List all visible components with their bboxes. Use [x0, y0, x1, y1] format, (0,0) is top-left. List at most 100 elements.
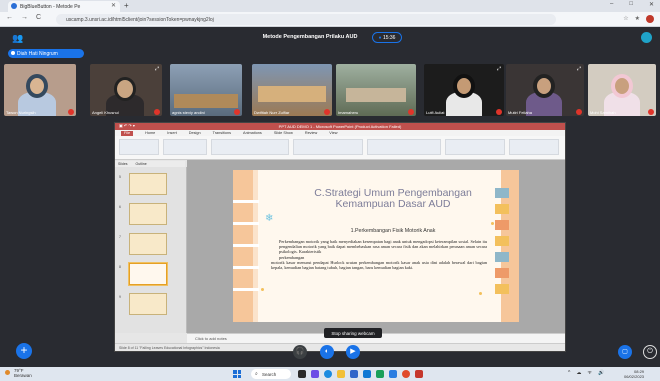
background-building	[174, 94, 238, 108]
tile-options-icon[interactable]: ⤢	[497, 66, 501, 72]
headphones-icon: 🎧	[295, 348, 305, 355]
search-label: Search	[262, 372, 277, 377]
slide-decor-line	[233, 288, 259, 291]
connection-status-icon[interactable]	[641, 32, 652, 43]
tile-options-icon[interactable]: ⤢	[155, 66, 159, 72]
screenshare-view[interactable]: ▣ ↶ ↷ ▾ PPT AUD DEMO 1 - Microsoft Power…	[114, 122, 566, 352]
webcam-tile[interactable]: ⤢ Mutiri Feliaha	[506, 64, 584, 116]
decor-dot	[261, 288, 264, 291]
chat-button[interactable]: ▢	[618, 345, 632, 359]
slide-thumbnail[interactable]	[129, 233, 167, 255]
new-tab-button[interactable]: +	[124, 1, 129, 10]
url-field[interactable]: uscamp.3.unsri.ac.id/html5client/join?se…	[56, 14, 556, 25]
slide-decor-swatch	[495, 188, 509, 198]
webcam-tile[interactable]: Imamaheru	[336, 64, 416, 116]
windows-start-icon[interactable]	[233, 370, 241, 378]
volume-icon[interactable]: 🔊	[598, 370, 604, 376]
tile-options-icon[interactable]: ⤢	[577, 66, 581, 72]
slide-body-text: Perkembangan motorik yang baik menyediak…	[271, 239, 487, 270]
slide-decor-swatch	[495, 252, 509, 262]
clipboard-group[interactable]	[119, 139, 159, 155]
webcam-tile[interactable]: ⤢ Angeli Khusnul	[90, 64, 162, 116]
webcam-tile[interactable]: ⤢ Lutfi Auliat	[424, 64, 504, 116]
mail-icon[interactable]	[389, 370, 397, 378]
file-explorer-icon[interactable]	[337, 370, 345, 378]
weather-cloud-icon	[5, 370, 10, 375]
webcam-tile[interactable]: Mohi Samihah	[588, 64, 656, 116]
recording-timer[interactable]: ● 15:36	[372, 32, 402, 43]
slide-decor-line	[233, 244, 259, 247]
background-building	[346, 88, 406, 102]
participant-name: Mutiri Feliaha	[508, 110, 533, 115]
person-head	[453, 74, 475, 98]
reload-icon[interactable]: C	[36, 14, 41, 21]
store-icon[interactable]	[363, 370, 371, 378]
font-group[interactable]	[211, 139, 289, 155]
muted-mic-icon	[408, 109, 414, 115]
participant-name: Angeli Khusnul	[92, 110, 119, 115]
minimize-button[interactable]: –	[610, 1, 613, 8]
person-head	[533, 74, 555, 98]
editing-group[interactable]	[509, 139, 559, 155]
profile-avatar-icon[interactable]	[646, 15, 654, 23]
word-icon[interactable]	[350, 370, 358, 378]
paragraph-group[interactable]	[293, 139, 363, 155]
timer-value: 15:36	[382, 35, 396, 41]
slide-thumbnail[interactable]	[129, 203, 167, 225]
muted-mic-icon	[496, 109, 502, 115]
arrange-group[interactable]	[445, 139, 505, 155]
wifi-icon[interactable]: ᯤ	[587, 370, 592, 376]
stop-sharing-tooltip: Stop sharing webcam	[324, 328, 382, 338]
webcam-tile[interactable]: agnis steviy andini	[170, 64, 242, 116]
thumb-number: 6	[119, 205, 121, 209]
slide-thumbnail[interactable]	[129, 173, 167, 195]
edge-icon[interactable]	[324, 370, 332, 378]
slide-thumbnail-selected[interactable]	[129, 263, 167, 285]
chrome-icon[interactable]	[402, 370, 410, 378]
close-window-button[interactable]: ✕	[649, 1, 654, 8]
quick-access-toolbar[interactable]: ▣ ↶ ↷ ▾	[119, 123, 135, 128]
task-view-icon[interactable]	[298, 370, 306, 378]
webcam-tile[interactable]: Dwifitah Nurr Zulfiar	[252, 64, 332, 116]
leave-options-button[interactable]: ⏻	[643, 345, 657, 359]
current-slide[interactable]: ❄ C.Strategi Umum Pengembangan Kemampuan…	[233, 170, 519, 322]
excel-icon[interactable]	[376, 370, 384, 378]
window-controls: – □ ✕	[610, 1, 654, 8]
slide-thumbnail[interactable]	[129, 293, 167, 315]
forward-icon[interactable]: →	[21, 14, 28, 21]
talking-indicator: Diah Hati Ningrum	[8, 49, 84, 58]
weather-widget[interactable]: 79°F Berawan	[5, 368, 32, 378]
slides-group[interactable]	[163, 139, 207, 155]
camera-icon: ▶	[350, 348, 356, 355]
teams-icon[interactable]	[311, 370, 319, 378]
webcam-tile[interactable]: Tawon Nuringsih	[4, 64, 76, 116]
ppt-ribbon	[115, 136, 565, 160]
actions-plus-button[interactable]: +	[16, 343, 32, 359]
extensions-icon[interactable]: ★	[635, 15, 640, 23]
thumb-number: 8	[119, 265, 121, 269]
drawing-group[interactable]	[367, 139, 441, 155]
muted-mic-icon	[648, 109, 654, 115]
windows-taskbar: 79°F Berawan ⌕ Search ^ ☁ ᯤ 🔊 08:29 06/0…	[0, 367, 660, 381]
taskbar-search[interactable]: ⌕ Search	[251, 369, 291, 379]
webcam-button[interactable]: ▶	[346, 345, 360, 359]
muted-mic-icon	[234, 109, 240, 115]
close-tab-icon[interactable]: ✕	[111, 2, 116, 9]
slide-title: C.Strategi Umum Pengembangan Kemampuan D…	[314, 187, 472, 210]
slide-decor-swatch	[495, 236, 509, 246]
thumb-number: 5	[119, 175, 121, 179]
onedrive-icon[interactable]: ☁	[576, 370, 581, 376]
maximize-button[interactable]: □	[629, 1, 633, 8]
powerpoint-icon[interactable]	[415, 370, 423, 378]
thumb-number: 7	[119, 235, 121, 239]
clock[interactable]: 08:29 06/02/2023	[624, 369, 644, 379]
back-icon[interactable]: ←	[6, 14, 13, 21]
chat-icon: ▢	[622, 349, 628, 355]
browser-tab[interactable]: BigBlueButton - Metode Pe ✕	[8, 1, 120, 12]
bookmark-icon[interactable]: ☆	[623, 15, 628, 23]
mic-icon	[11, 51, 15, 55]
share-audio-button[interactable]: ◐	[320, 345, 334, 359]
clock-date: 06/02/2023	[624, 374, 645, 379]
tray-overflow-icon[interactable]: ^	[568, 370, 570, 376]
join-audio-button[interactable]: 🎧	[293, 345, 307, 359]
